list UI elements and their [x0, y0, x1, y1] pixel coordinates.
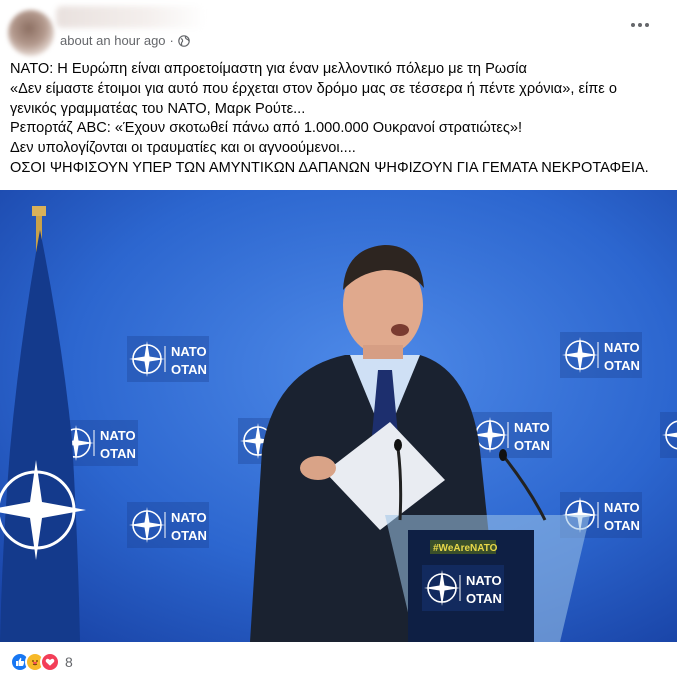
backdrop-logo-text: NATO [100, 428, 136, 443]
podium-hashtag: #WeAreNATO [433, 543, 498, 554]
post-text-line: γενικός γραμματέας του ΝΑΤΟ, Μαρκ Ρούτε.… [10, 100, 306, 117]
post-text-line: ΝΑΤΟ: Η Ευρώπη είναι απροετοίμαστη για έ… [10, 61, 527, 77]
love-icon [40, 652, 60, 672]
post-text-line: «Δεν είμαστε έτοιμοι για αυτό που έρχετα… [10, 80, 617, 97]
post-meta: about an hour ago · [60, 33, 190, 48]
author-name-redacted[interactable] [56, 6, 206, 28]
backdrop-logo-text: OTAN [514, 438, 550, 453]
backdrop-logo-text: NATO [171, 344, 207, 359]
post-text: ΝΑΤΟ: Η Ευρώπη είναι απροετοίμαστη για έ… [10, 60, 670, 179]
podium-logo-text: NATO [466, 573, 502, 588]
backdrop-logo-text: NATO [604, 500, 640, 515]
avatar[interactable] [8, 10, 54, 56]
facebook-post: about an hour ago · ΝΑΤΟ: Η Ευρώπη είναι… [0, 0, 677, 679]
post-timestamp[interactable]: about an hour ago [60, 33, 166, 48]
backdrop-logo-text: NATO [514, 420, 550, 435]
meta-separator: · [169, 33, 174, 48]
post-text-line: Ρεπορτάζ ABC: «Έχουν σκοτωθεί πάνω από 1… [10, 120, 523, 137]
backdrop-logo-text: NATO [604, 340, 640, 355]
podium-logo-text: OTAN [466, 591, 502, 606]
backdrop-logo-text: OTAN [171, 362, 207, 377]
backdrop-logo-text: OTAN [100, 446, 136, 461]
reaction-count[interactable]: 8 [65, 654, 73, 670]
backdrop-logo-text: OTAN [604, 358, 640, 373]
post-text-line: Δεν υπολογίζονται οι τραυματίες και οι α… [10, 140, 356, 157]
reactions-bar[interactable]: 8 [10, 652, 73, 672]
globe-icon [178, 34, 190, 47]
backdrop-logo-text: OTAN [171, 528, 207, 543]
post-photo[interactable]: NATO OTAN NATO OTAN NATO OTAN NATO OTAN [0, 190, 677, 642]
backdrop-logo-text: NATO [171, 510, 207, 525]
post-text-line: ΟΣΟΙ ΨΗΦΙΣΟΥΝ ΥΠΕΡ ΤΩΝ ΑΜΥΝΤΙΚΩΝ ΔΑΠΑΝΩΝ… [10, 159, 649, 176]
more-options-icon[interactable] [625, 14, 655, 36]
backdrop-logo-text: OTAN [604, 518, 640, 533]
press-conference-photo: NATO OTAN NATO OTAN NATO OTAN NATO OTAN [0, 190, 677, 642]
